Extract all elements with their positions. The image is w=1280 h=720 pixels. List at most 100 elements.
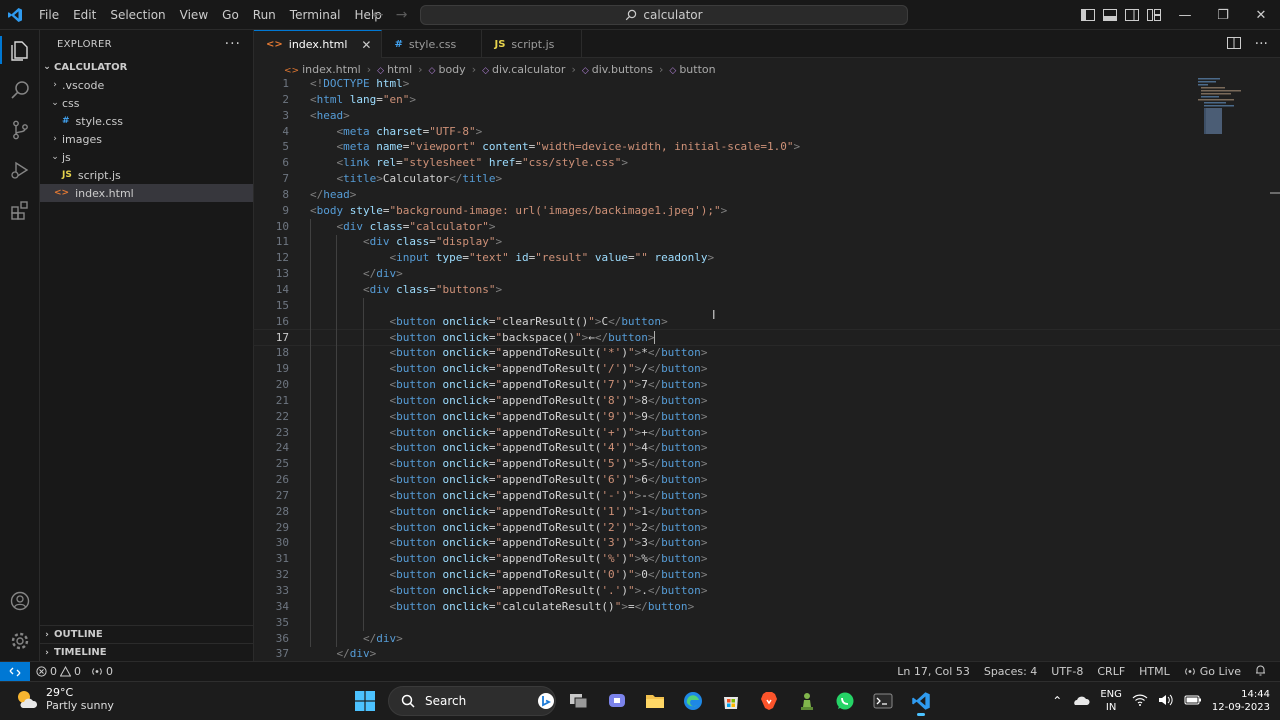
weather-widget[interactable]: 29°C Partly sunny <box>14 686 114 712</box>
menu-item-selection[interactable]: Selection <box>103 0 172 30</box>
line-number: 21 <box>275 393 289 407</box>
error-icon <box>36 666 47 677</box>
teams-chat-icon[interactable] <box>602 686 632 716</box>
settings-gear-icon[interactable] <box>0 621 40 661</box>
battery-icon[interactable] <box>1184 694 1202 709</box>
close-tab-icon[interactable]: ✕ <box>361 38 371 52</box>
wifi-icon[interactable] <box>1132 694 1148 709</box>
breadcrumb-item[interactable]: ◇ button <box>669 63 715 76</box>
source-control-icon[interactable] <box>0 110 40 150</box>
menu-item-file[interactable]: File <box>32 0 66 30</box>
tree-item-js[interactable]: ⌄ js <box>40 148 253 166</box>
whatsapp-icon[interactable] <box>830 686 860 716</box>
scrollbar-marker[interactable] <box>1270 192 1280 194</box>
line-number: 2 <box>282 92 289 106</box>
chess-app-icon[interactable] <box>792 686 822 716</box>
tree-item-vscode[interactable]: › .vscode <box>40 76 253 94</box>
menu-item-go[interactable]: Go <box>215 0 246 30</box>
code-line: 16 <button onclick="clearResult()">C</bu… <box>254 314 1280 330</box>
tree-item-css[interactable]: ⌄ css <box>40 94 253 112</box>
menu-item-view[interactable]: View <box>173 0 215 30</box>
command-center[interactable]: calculator <box>420 5 908 25</box>
run-debug-icon[interactable] <box>0 150 40 190</box>
cursor-position[interactable]: Ln 17, Col 53 <box>897 665 970 678</box>
microsoft-store-icon[interactable] <box>716 686 746 716</box>
toggle-panel-icon[interactable] <box>1102 7 1118 23</box>
menu-item-run[interactable]: Run <box>246 0 283 30</box>
minimap[interactable] <box>1192 78 1244 134</box>
explorer-icon[interactable] <box>0 30 40 70</box>
workspace-root-label: CALCULATOR <box>54 61 128 73</box>
more-actions-icon[interactable]: ··· <box>225 36 241 52</box>
tree-item-script-js[interactable]: JS script.js <box>40 166 253 184</box>
toggle-secondary-sidebar-icon[interactable] <box>1124 7 1140 23</box>
tree-item-index-html[interactable]: <> index.html <box>40 184 253 202</box>
line-number: 37 <box>275 647 289 661</box>
back-arrow-icon[interactable]: ← <box>372 7 384 23</box>
task-view-icon[interactable] <box>564 686 594 716</box>
edge-browser-icon[interactable] <box>678 686 708 716</box>
extensions-icon[interactable] <box>0 190 40 230</box>
code-bracket: </ <box>362 267 377 281</box>
tree-item-label: script.js <box>77 168 121 182</box>
breadcrumb-item[interactable]: <> index.html <box>284 63 361 76</box>
vscode-taskbar-icon[interactable] <box>906 686 936 716</box>
taskbar-search[interactable]: Search <box>388 686 556 716</box>
breadcrumb-item[interactable]: ◇ div.buttons <box>582 63 653 76</box>
maximize-icon[interactable]: ❐ <box>1204 0 1242 30</box>
chevron-down-icon: ⌄ <box>51 152 59 162</box>
close-window-icon[interactable]: ✕ <box>1242 0 1280 30</box>
tab-file-icon: # <box>394 38 403 50</box>
code-editor[interactable]: 1 <!DOCTYPE html> 2 <html lang="en"> 3 <head>… <box>253 76 1280 661</box>
toggle-primary-sidebar-icon[interactable] <box>1080 7 1096 23</box>
outline-section[interactable]: › OUTLINE <box>40 625 254 643</box>
tree-item-images[interactable]: › images <box>40 130 253 148</box>
code-attribute: onclick <box>442 457 489 471</box>
breadcrumb-item[interactable]: ◇ html <box>377 63 412 76</box>
menu-item-terminal[interactable]: Terminal <box>283 0 348 30</box>
notifications-bell-icon[interactable] <box>1255 664 1266 679</box>
input-language[interactable]: ENG IN <box>1100 688 1122 714</box>
problems-indicator[interactable]: 0 0 <box>36 665 81 678</box>
code-bracket: > <box>700 393 708 407</box>
chevron-up-icon[interactable]: ⌃ <box>1052 694 1062 708</box>
customize-layout-icon[interactable] <box>1146 7 1162 23</box>
tree-item-style-css[interactable]: # style.css <box>40 112 253 130</box>
breadcrumb-item[interactable]: ◇ body <box>429 63 466 76</box>
code-tag: title <box>462 172 496 186</box>
tab-script-js[interactable]: JS script.js <box>482 30 583 58</box>
code-content: <meta charset="UTF-8"> <box>289 124 483 140</box>
tab-style-css[interactable]: # style.css <box>382 30 483 58</box>
terminal-icon[interactable] <box>868 686 898 716</box>
go-live-button[interactable]: Go Live <box>1184 665 1241 678</box>
accounts-icon[interactable] <box>0 581 40 621</box>
file-encoding[interactable]: UTF-8 <box>1051 665 1083 678</box>
indentation[interactable]: Spaces: 4 <box>984 665 1037 678</box>
volume-icon[interactable] <box>1158 694 1174 709</box>
more-actions-icon[interactable]: ··· <box>1255 36 1268 52</box>
code-string: '9' <box>601 409 622 423</box>
tab-index-html[interactable]: <> index.html ✕ <box>254 30 383 58</box>
menu-item-edit[interactable]: Edit <box>66 0 103 30</box>
minimize-icon[interactable]: — <box>1166 0 1204 30</box>
line-endings[interactable]: CRLF <box>1097 665 1125 678</box>
split-editor-icon[interactable] <box>1226 36 1241 52</box>
brave-browser-icon[interactable] <box>754 686 784 716</box>
remote-indicator-icon[interactable] <box>0 661 30 682</box>
search-sidebar-icon[interactable] <box>0 70 40 110</box>
file-explorer-icon[interactable] <box>640 686 670 716</box>
code-bracket: > <box>700 488 708 502</box>
code-text: ) <box>621 504 628 518</box>
language-mode[interactable]: HTML <box>1139 665 1170 678</box>
breadcrumb-item[interactable]: ◇ div.calculator <box>482 63 565 76</box>
ports-indicator[interactable]: 0 <box>91 665 113 678</box>
onedrive-cloud-icon[interactable] <box>1072 694 1090 709</box>
workspace-root[interactable]: ⌄ CALCULATOR <box>40 58 253 76</box>
timeline-section[interactable]: › TIMELINE <box>40 643 254 661</box>
start-button[interactable] <box>350 686 380 716</box>
clock[interactable]: 14:44 12-09-2023 <box>1212 688 1270 714</box>
chevron-right-icon: › <box>45 647 49 658</box>
code-attribute: lang <box>349 92 377 106</box>
forward-arrow-icon[interactable]: → <box>396 7 408 23</box>
